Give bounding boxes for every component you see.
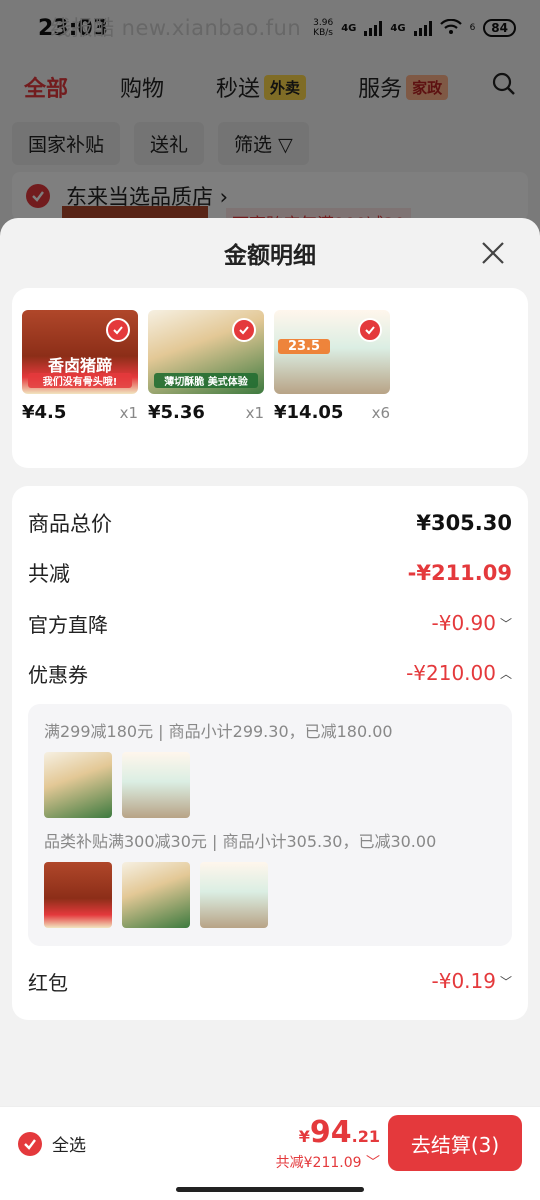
checkout-button[interactable]: 去结算(3) [388,1115,522,1171]
red-packet-row[interactable]: 红包 -¥0.19 ﹀ [28,956,512,1006]
sheet-title: 金额明细 [224,243,316,269]
select-all-check-icon[interactable] [18,1131,42,1156]
direct-discount-value: -¥0.90 [431,611,496,635]
product-item[interactable]: 薄切酥脆 美式体验 ¥5.36 x1 [148,310,264,468]
product-qty: x1 [119,404,138,422]
product-image: 香卤猪蹄 我们没有骨头哦! [22,310,138,394]
goods-total-label: 商品总价 [28,512,112,536]
checkout-bar: 全选 ¥94.21 共减¥211.09 ﹀ 去结算(3) [0,1106,540,1200]
coupon-rule: 满299减180元 | 商品小计299.30，已减180.00 [44,722,393,741]
amount-detail-sheet: 金额明细 香卤猪蹄 我们没有骨头哦! ¥4.5 x1 薄切酥脆 美式体验 ¥5.3… [0,218,540,1200]
product-image-subcaption: 我们没有骨头哦! [28,373,132,388]
product-thumb [44,862,112,928]
coupon-rule: 品类补贴满300减30元 | 商品小计305.30，已减30.00 [44,832,437,851]
product-image-caption: 23.5 [278,339,330,354]
total-discount-row: 共减 -¥211.09 [28,548,512,598]
product-thumb [200,862,268,928]
selected-check-icon [358,318,382,342]
product-list: 香卤猪蹄 我们没有骨头哦! ¥4.5 x1 薄切酥脆 美式体验 ¥5.36 x1 2… [12,288,528,468]
product-image: 薄切酥脆 美式体验 [148,310,264,394]
product-price: ¥5.36 [148,402,205,423]
product-thumb [122,862,190,928]
product-thumb [122,752,190,818]
total-price[interactable]: ¥94.21 共减¥211.09 ﹀ [276,1115,380,1172]
direct-discount-label: 官方直降 [28,612,108,637]
total-discount-value: -¥211.09 [407,561,512,585]
product-qty: x6 [371,404,390,422]
coupon-row[interactable]: 优惠券 -¥210.00 ︿ [28,648,512,698]
coupon-product-thumbs [44,862,496,928]
red-packet-value: -¥0.19 [431,969,496,993]
coupon-product-thumbs [44,752,496,818]
coupon-value: -¥210.00 [406,661,496,685]
product-price: ¥14.05 [274,402,344,423]
product-image-caption: 薄切酥脆 美式体验 [154,373,258,388]
product-item[interactable]: 香卤猪蹄 我们没有骨头哦! ¥4.5 x1 [22,310,138,468]
chevron-down-icon: ﹀ [366,1155,380,1171]
select-all-label: 全选 [52,1136,86,1156]
product-price: ¥4.5 [22,402,67,423]
red-packet-label: 红包 [28,970,68,995]
chevron-up-icon: ︿ [499,666,512,681]
goods-total-value: ¥305.30 [416,511,512,535]
goods-total-row: 商品总价 ¥305.30 [28,498,512,548]
direct-discount-row[interactable]: 官方直降 -¥0.90 ﹀ [28,598,512,648]
product-thumb [44,752,112,818]
chevron-down-icon: ﹀ [499,974,512,989]
product-qty: x1 [245,404,264,422]
price-breakdown: 商品总价 ¥305.30 共减 -¥211.09 官方直降 -¥0.90 ﹀ 优惠… [12,486,528,1020]
home-indicator[interactable] [176,1187,364,1192]
product-image: 23.5 [274,310,390,394]
saved-amount: 共减¥211.09 [275,1155,362,1171]
close-icon[interactable] [480,240,506,266]
product-item[interactable]: 23.5 ¥14.05 x6 [274,310,390,468]
selected-check-icon [106,318,130,342]
selected-check-icon [232,318,256,342]
coupon-label: 优惠券 [28,662,88,687]
select-all[interactable]: 全选 [18,1131,86,1156]
coupon-details: 满299减180元 | 商品小计299.30，已减180.00 品类补贴满300… [28,704,512,946]
chevron-down-icon: ﹀ [499,616,512,631]
total-discount-label: 共减 [28,562,70,586]
